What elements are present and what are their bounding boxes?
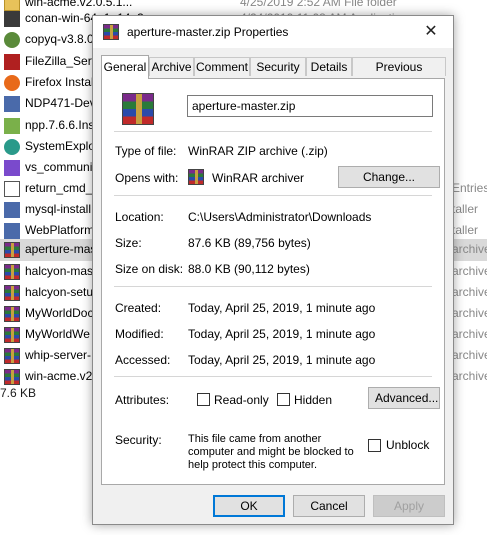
location-label: Location: [115, 210, 164, 224]
dialog-title: aperture-master.zip Properties [127, 25, 289, 39]
winrar-icon [103, 24, 119, 40]
rar-icon [4, 327, 20, 343]
exe-icon [4, 11, 20, 27]
filename-input[interactable] [187, 95, 433, 117]
rar-icon [4, 264, 20, 280]
unblock-label: Unblock [386, 438, 430, 452]
size-on-disk-label: Size on disk: [115, 262, 184, 276]
size-label: Size: [115, 236, 142, 250]
hidden-checkbox[interactable] [277, 393, 290, 406]
filezilla-icon [4, 54, 20, 70]
ok-button[interactable]: OK [213, 495, 285, 517]
tab-details[interactable]: Details [306, 57, 352, 76]
created-value: Today, April 25, 2019, 1 minute ago [188, 301, 376, 315]
tab-comment[interactable]: Comment [194, 57, 250, 76]
tab-previous-versions[interactable]: Previous Versions [352, 57, 446, 93]
unblock-checkbox[interactable] [368, 439, 381, 452]
advanced-button[interactable]: Advanced... [368, 387, 440, 409]
modified-label: Modified: [115, 327, 164, 341]
divider [114, 195, 432, 196]
notepadpp-icon [4, 118, 20, 134]
opens-with-label: Opens with: [115, 171, 179, 185]
app-icon [4, 32, 20, 48]
modified-value: Today, April 25, 2019, 1 minute ago [188, 327, 376, 341]
divider [114, 131, 432, 132]
type-label: Type of file: [115, 144, 177, 158]
cancel-button[interactable]: Cancel [293, 495, 365, 517]
type-value: WinRAR ZIP archive (.zip) [188, 144, 328, 158]
rar-icon [4, 285, 20, 301]
installer-icon [4, 96, 20, 112]
readonly-label: Read-only [214, 393, 269, 407]
firefox-icon [4, 75, 20, 91]
general-tab-panel: Type of file: WinRAR ZIP archive (.zip) … [101, 78, 445, 485]
visual-studio-icon [4, 160, 20, 176]
close-button[interactable]: ✕ [409, 16, 453, 48]
dialog-titlebar[interactable]: aperture-master.zip Properties ✕ [93, 16, 453, 48]
rar-icon [4, 306, 20, 322]
size-value: 87.6 KB (89,756 bytes) [188, 236, 311, 250]
change-button[interactable]: Change... [338, 166, 440, 188]
shortcut-icon [4, 181, 20, 197]
divider [114, 286, 432, 287]
hidden-label: Hidden [294, 393, 333, 407]
size-on-disk-value: 88.0 KB (90,112 bytes) [188, 262, 310, 276]
tab-archive[interactable]: Archive [149, 57, 194, 76]
status-bar-size: 7.6 KB [0, 386, 37, 400]
security-message: This file came from another computer and… [188, 433, 354, 471]
apply-button[interactable]: Apply [373, 495, 445, 517]
tab-security[interactable]: Security [250, 57, 306, 76]
opens-with-value: WinRAR archiver [212, 171, 305, 185]
accessed-label: Accessed: [115, 353, 171, 367]
accessed-value: Today, April 25, 2019, 1 minute ago [188, 353, 376, 367]
security-label: Security: [115, 433, 162, 447]
winrar-archive-icon [122, 93, 154, 125]
location-value: C:\Users\Administrator\Downloads [188, 210, 372, 224]
readonly-checkbox[interactable] [197, 393, 210, 406]
winrar-icon [188, 169, 204, 185]
divider [114, 376, 432, 377]
attributes-label: Attributes: [115, 393, 170, 407]
properties-dialog: aperture-master.zip Properties ✕ General… [92, 15, 454, 525]
rar-icon [4, 369, 20, 385]
rar-icon [4, 242, 20, 258]
rar-icon [4, 348, 20, 364]
tab-general[interactable]: General [101, 55, 149, 79]
installer-icon [4, 223, 20, 239]
app-icon [4, 139, 20, 155]
installer-icon [4, 202, 20, 218]
created-label: Created: [115, 301, 162, 315]
